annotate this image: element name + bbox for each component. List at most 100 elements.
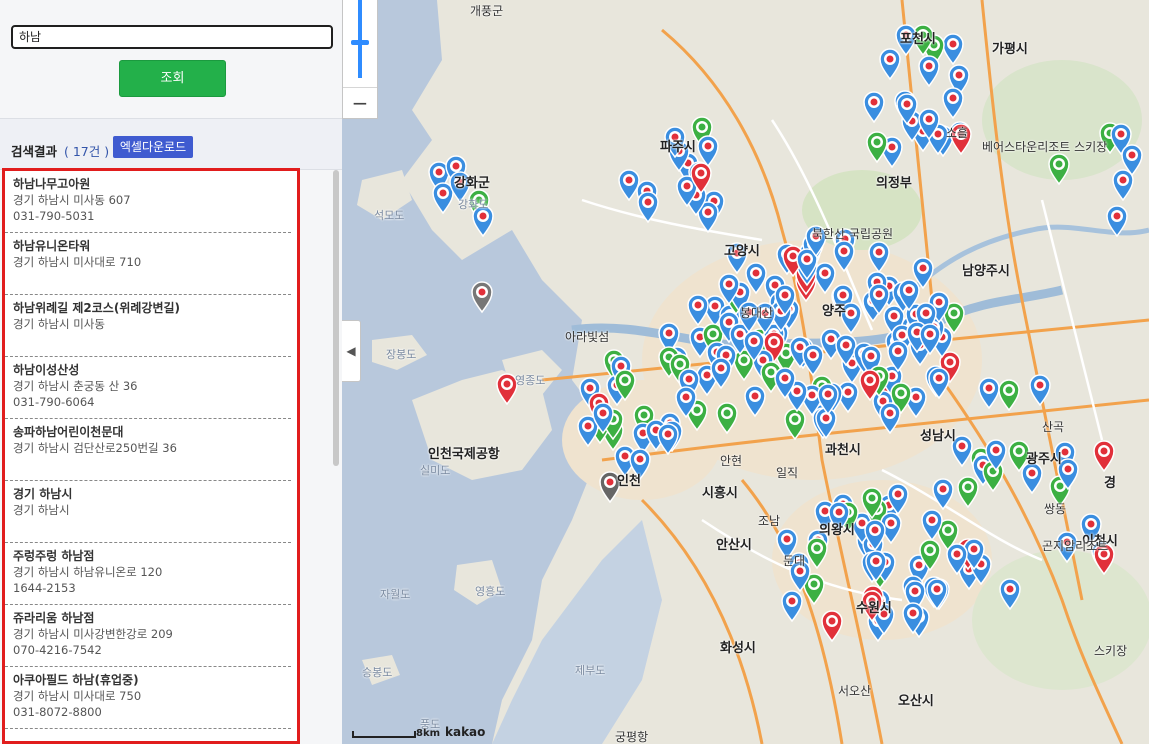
place-label: 봉대산 xyxy=(740,306,774,320)
map-marker[interactable] xyxy=(918,55,940,88)
search-button[interactable]: 조회 xyxy=(119,60,226,97)
search-panel: 조회 검색결과 ( 17건 ) 엑셀다운로드 하남나무고아원경기 하남시 미사동… xyxy=(0,0,343,744)
result-name: 하남유니온타워 xyxy=(13,239,91,253)
map-view[interactable]: 개풍군 파주시 강화군 강화도 석모도 고양시 의정부 남양주시 북한산 국립공원 아라빛섬 장봉도… xyxy=(342,0,1149,744)
place-label: 파주시 xyxy=(660,140,696,155)
map-marker[interactable] xyxy=(1112,169,1134,202)
result-item[interactable]: 아쿠아필드 하남(휴업중) 경기 하남시 미사대로 750 031-8072-880… xyxy=(5,667,291,729)
zoom-slider-track[interactable] xyxy=(358,0,362,78)
place-label: 궁평항 xyxy=(615,730,649,744)
map-scale-label: 8km xyxy=(416,728,441,739)
map-marker[interactable] xyxy=(618,169,640,202)
result-address: 경기 하남시 미사대로 710 xyxy=(13,255,142,269)
place-label: 영종도 xyxy=(515,374,546,387)
place-label: 고양시 xyxy=(724,244,760,259)
road xyxy=(581,198,763,242)
place-label: 곤지암리조트 xyxy=(1042,539,1109,553)
result-address: 경기 하남시 미사동 xyxy=(13,317,105,331)
place-label: 북한산 국립공원 xyxy=(812,227,894,241)
result-address: 경기 하남시 검단산로250번길 36 xyxy=(13,441,177,455)
place-label: 성남시 xyxy=(920,429,956,444)
excel-download-button[interactable]: 엑셀다운로드 xyxy=(113,136,193,158)
result-name: 하남나무고아원 xyxy=(13,177,91,191)
place-label: 양주 xyxy=(822,304,846,319)
place-label: 서오산 xyxy=(838,684,872,698)
result-phone: 1644-2153 xyxy=(13,581,76,595)
place-label: 의정부 xyxy=(876,176,912,191)
chevron-left-icon: ◀ xyxy=(346,344,356,358)
place-label: 아라빛섬 xyxy=(565,330,610,344)
map-canvas[interactable] xyxy=(342,0,1149,744)
result-count: ( 17건 ) xyxy=(64,144,110,159)
place-label: 자월도 xyxy=(380,588,411,601)
map-marker[interactable] xyxy=(781,590,803,623)
result-item[interactable]: 주렁주렁 하남점경기 하남시 하남유니온로 120 1644-2153 xyxy=(5,543,291,605)
result-item[interactable]: 하남나무고아원경기 하남시 미사동 607 031-790-5031 xyxy=(5,171,291,233)
result-item[interactable]: 쥬라리움 하남점경기 하남시 미사강변한강로 209 070-4216-7542 xyxy=(5,605,291,667)
result-item[interactable]: 송파하남어린이천문대경기 하남시 검단산로250번길 36 xyxy=(5,419,291,481)
place-label: 화성시 xyxy=(720,641,756,656)
result-address: 경기 하남시 미사강변한강로 209 xyxy=(13,627,173,641)
result-phone: 070-4216-7542 xyxy=(13,643,102,657)
place-label: 안산시 xyxy=(716,538,752,553)
collapse-panel-button[interactable]: ◀ xyxy=(342,320,361,382)
map-marker[interactable] xyxy=(978,377,1000,410)
result-name: 하남위례길 제2코스(위례강변길) xyxy=(13,301,181,315)
result-list: 하남나무고아원경기 하남시 미사동 607 031-790-5031 하남유니온타워… xyxy=(2,168,300,744)
map-marker[interactable] xyxy=(942,33,964,66)
place-label: 강화군 xyxy=(454,176,490,191)
result-item[interactable]: 하남위례길 제2코스(위례강변길) 경기 하남시 미사동 xyxy=(5,295,291,357)
place-label: 스키장 xyxy=(1094,644,1128,658)
map-marker[interactable] xyxy=(942,87,964,120)
place-label: 소흘 xyxy=(946,126,969,140)
result-item[interactable]: 하남유니온타워경기 하남시 미사대로 710 xyxy=(5,233,291,295)
zoom-out-button[interactable]: − xyxy=(343,87,377,118)
zoom-control: − xyxy=(342,0,378,119)
map-marker[interactable] xyxy=(1093,440,1115,473)
ev-charger-marker[interactable] xyxy=(866,131,888,164)
map-marker[interactable] xyxy=(863,91,885,124)
result-name: 주렁주렁 하남점 xyxy=(13,549,95,563)
result-phone: 031-790-6064 xyxy=(13,395,95,409)
place-label: 안현 xyxy=(720,454,743,468)
ev-charger-marker[interactable] xyxy=(998,379,1020,412)
result-name: 쥬라리움 하남점 xyxy=(13,611,95,625)
place-label: 경 xyxy=(1104,476,1116,491)
place-label: 오산시 xyxy=(898,694,934,709)
place-label: 석모도 xyxy=(374,209,405,222)
result-item[interactable]: 하남이성산성 경기 하남시 춘궁동 산 36 031-790-6064 xyxy=(5,357,291,419)
place-label: 포천시 xyxy=(900,32,936,47)
place-label: 인천국제공항 xyxy=(428,447,500,462)
place-label: 남양주시 xyxy=(962,264,1010,279)
result-phone: 031-8072-8800 xyxy=(13,705,102,719)
result-header: 검색결과 ( 17건 ) 엑셀다운로드 xyxy=(0,118,342,170)
search-area: 조회 xyxy=(0,0,342,118)
place-label: 쌍동 xyxy=(1044,502,1067,516)
place-label: 가평시 xyxy=(992,42,1028,57)
ev-charger-marker[interactable] xyxy=(957,476,979,509)
result-name: 경기 하남시 xyxy=(13,487,73,501)
result-name: 송파하남어린이천문대 xyxy=(13,425,124,439)
zoom-slider-handle[interactable] xyxy=(351,40,369,45)
result-address: 경기 하남시 춘궁동 산 36 xyxy=(13,379,138,393)
search-input[interactable] xyxy=(11,25,333,49)
place-label: 시흥시 xyxy=(702,486,738,501)
result-item[interactable]: 경기 하남시 경기 하남시 xyxy=(5,481,291,543)
map-marker[interactable] xyxy=(1029,374,1051,407)
result-address: 경기 하남시 xyxy=(13,503,70,517)
result-title: 검색결과 xyxy=(11,144,58,159)
result-address: 경기 하남시 미사동 607 xyxy=(13,193,131,207)
place-label: 둔대 xyxy=(783,554,806,568)
result-address: 경기 하남시 하남유니온로 120 xyxy=(13,565,163,579)
result-phone: 031-790-5031 xyxy=(13,209,95,223)
place-label: 일직 xyxy=(776,466,799,480)
map-marker[interactable] xyxy=(821,610,843,643)
map-marker[interactable] xyxy=(1021,462,1043,495)
place-label: 과천시 xyxy=(825,443,861,458)
list-scrollbar[interactable] xyxy=(333,170,339,466)
kakao-logo: kakao xyxy=(445,725,486,739)
place-label: 조남 xyxy=(758,514,781,528)
map-marker[interactable] xyxy=(879,48,901,81)
place-label: 개풍군 xyxy=(470,4,504,18)
place-label: 강화도 xyxy=(458,198,489,211)
